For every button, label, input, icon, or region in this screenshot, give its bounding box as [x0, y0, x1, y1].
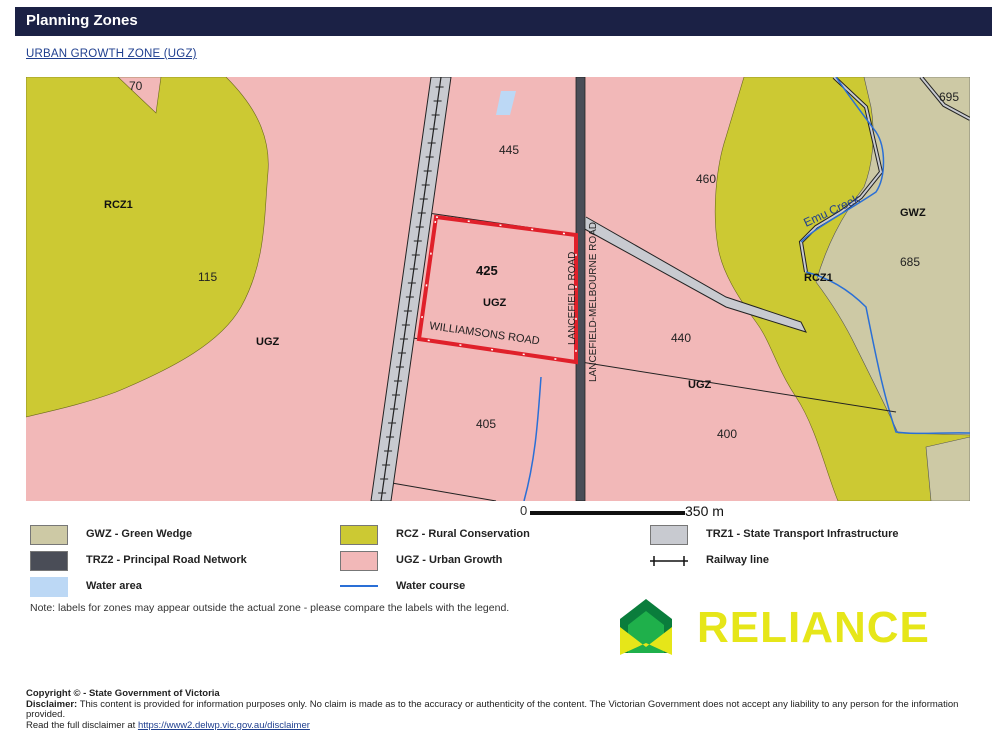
label-lot-405: 405: [476, 417, 496, 431]
label-gwz: GWZ: [900, 207, 926, 219]
label-lot-70: 70: [129, 79, 143, 93]
label-lancefield-road: LANCEFIELD ROAD: [567, 252, 578, 345]
planning-zone-map[interactable]: 70 695 445 460 RCZ1 GWZ Emu Creek 685 11…: [26, 77, 970, 501]
label-lancefield-melbourne-road: LANCEFIELD-MELBOURNE ROAD: [588, 222, 599, 382]
label-lot-440: 440: [671, 331, 691, 345]
scale-zero: 0: [520, 503, 528, 518]
label-ugz-west: UGZ: [256, 336, 280, 348]
footer-disclaimer-label: Disclaimer:: [26, 698, 78, 710]
header-bar: Planning Zones: [15, 7, 992, 36]
zone-link[interactable]: URBAN GROWTH ZONE (UGZ): [26, 48, 197, 60]
footer-disclaimer-text: This content is provided for information…: [26, 698, 959, 720]
scale-bar: [530, 511, 685, 515]
label-lot-445: 445: [499, 143, 519, 157]
legend-swatch-trz1: [650, 525, 688, 545]
legend-swatch-gwz: [30, 525, 68, 545]
legend-label-water-course: Water course: [396, 580, 466, 592]
label-lot-695: 695: [939, 90, 959, 104]
label-lot-115: 115: [198, 270, 217, 284]
footer-disclaimer: Copyright © - State Government of Victor…: [26, 688, 981, 731]
map-canvas: 70 695 445 460 RCZ1 GWZ Emu Creek 685 11…: [26, 77, 970, 501]
railway-line-icon: [650, 556, 688, 566]
label-lot-460: 460: [696, 172, 716, 186]
legend-label-trz2: TRZ2 - Principal Road Network: [86, 554, 247, 566]
legend-label-water-area: Water area: [86, 580, 142, 592]
legend-swatch-rcz: [340, 525, 378, 545]
label-ugz-center: UGZ: [483, 297, 507, 309]
legend-label-rcz: RCZ - Rural Conservation: [396, 528, 530, 540]
legend-label-railway: Railway line: [706, 554, 769, 566]
gwz-zone-south: [925, 436, 970, 501]
label-rcz1-east: RCZ1: [804, 272, 833, 284]
legend-swatch-ugz: [340, 551, 378, 571]
footer-copyright: Copyright © - State Government of Victor…: [26, 688, 220, 699]
scale-label: 350 m: [685, 503, 724, 519]
reliance-logo-text: RELIANCE: [697, 603, 930, 652]
reliance-logo-icon: [620, 599, 672, 655]
page-title: Planning Zones: [26, 12, 138, 29]
footer-read-prefix: Read the full disclaimer at: [26, 719, 136, 731]
legend-swatch-water-area: [30, 577, 68, 597]
label-ugz-east: UGZ: [688, 379, 712, 391]
zone-label-note: Note: labels for zones may appear outsid…: [30, 602, 510, 614]
legend-label-ugz: UGZ - Urban Growth: [396, 554, 503, 566]
label-lot-400: 400: [717, 427, 737, 441]
legend-label-gwz: GWZ - Green Wedge: [86, 528, 193, 540]
legend-label-trz1: TRZ1 - State Transport Infrastructure: [706, 528, 899, 540]
legend-swatch-trz2: [30, 551, 68, 571]
label-lot-685: 685: [900, 255, 920, 269]
legend-swatch-water-course: [340, 585, 378, 587]
label-rcz1-west: RCZ1: [104, 199, 133, 211]
label-lot-425: 425: [476, 263, 498, 278]
disclaimer-link[interactable]: https://www2.delwp.vic.gov.au/disclaimer: [138, 720, 310, 731]
